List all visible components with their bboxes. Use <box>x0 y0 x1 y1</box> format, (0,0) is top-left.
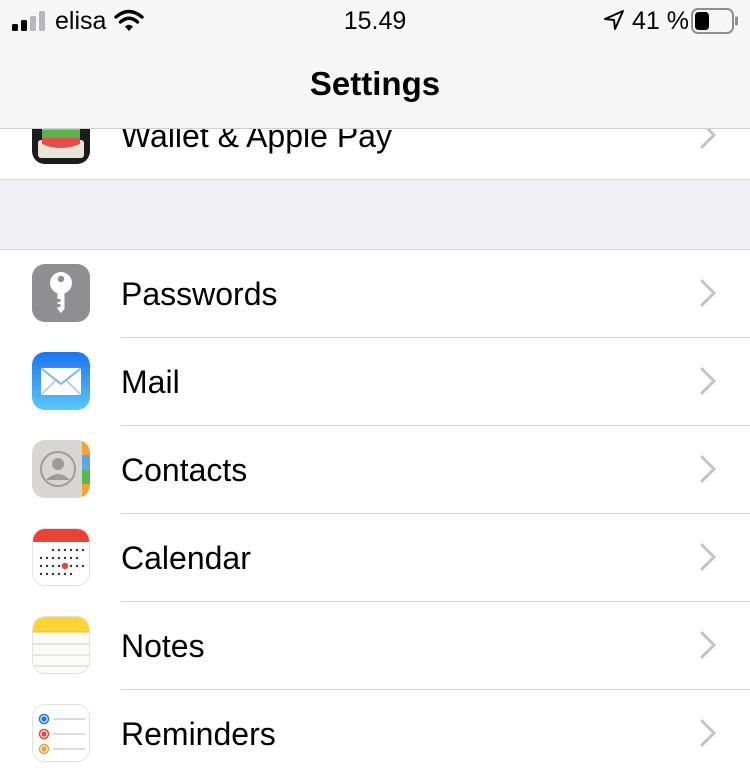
settings-row-label: Mail <box>121 364 180 400</box>
location-arrow-icon <box>604 10 624 30</box>
status-bar: elisa 15.49 41 % <box>0 0 750 44</box>
chevron-right-icon <box>700 631 716 659</box>
key-icon <box>32 264 90 322</box>
notes-icon <box>32 616 90 674</box>
settings-row-label: Calendar <box>121 540 251 576</box>
battery-icon <box>691 8 738 34</box>
page-title: Settings <box>309 65 441 102</box>
chevron-right-icon <box>700 455 716 483</box>
settings-row-passwords[interactable]: Passwords <box>0 250 750 338</box>
calendar-icon <box>32 528 90 586</box>
settings-row-label: Reminders <box>121 716 276 752</box>
settings-row-reminders[interactable]: Reminders <box>0 690 750 770</box>
contacts-icon <box>32 440 90 498</box>
settings-row-label: Notes <box>121 628 205 664</box>
chevron-right-icon <box>700 543 716 571</box>
section-separator <box>0 179 750 250</box>
settings-row-mail[interactable]: Mail <box>0 338 750 426</box>
settings-row-calendar[interactable]: Calendar <box>0 514 750 602</box>
chevron-right-icon <box>700 719 716 747</box>
reminders-icon <box>32 704 90 762</box>
chevron-right-icon <box>700 367 716 395</box>
battery-percentage: 41 % <box>632 7 689 35</box>
settings-row-contacts[interactable]: Contacts <box>0 426 750 514</box>
settings-row-label: Contacts <box>121 452 248 488</box>
settings-row-label: Passwords <box>121 276 278 312</box>
navigation-header: elisa 15.49 41 % Settings <box>0 0 750 129</box>
settings-row-notes[interactable]: Notes <box>0 602 750 690</box>
mail-icon <box>32 352 90 410</box>
settings-screen: Wallet & Apple Pay Passwords Mail Contac… <box>0 0 750 770</box>
chevron-right-icon <box>700 279 716 307</box>
